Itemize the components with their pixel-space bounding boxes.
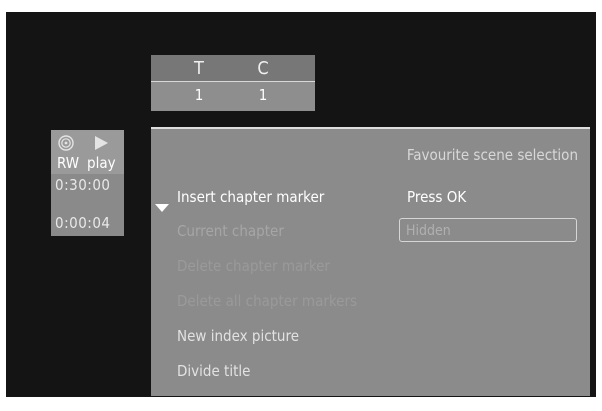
menu-item-delete-chapter-marker: Delete chapter marker	[177, 257, 330, 275]
menu-item-new-index-picture[interactable]: New index picture	[177, 327, 299, 345]
tv-screen: T C 1 1 RW play 0:30:00 0:00:04 Favourit…	[6, 12, 596, 397]
disc-status-header: RW play	[51, 130, 124, 174]
title-label: T	[194, 58, 204, 79]
playback-mode-label: play	[87, 154, 116, 172]
chapter-label: C	[257, 58, 269, 79]
disc-type-label: RW	[57, 154, 80, 172]
menu-item-current-chapter[interactable]: Current chapter	[177, 222, 284, 240]
play-icon	[95, 136, 108, 150]
current-chapter-value-field[interactable]: Hidden	[399, 218, 577, 242]
selection-cursor-icon	[155, 204, 169, 212]
title-chapter-values: 1 1	[151, 82, 315, 111]
menu-item-delete-all-chapter-markers: Delete all chapter markers	[177, 292, 358, 310]
menu-item-divide-title[interactable]: Divide title	[177, 362, 250, 380]
favourite-scene-menu: Favourite scene selection Insert chapter…	[151, 127, 590, 396]
menu-title: Favourite scene selection	[406, 146, 578, 164]
disc-icon	[58, 135, 74, 151]
menu-item-insert-chapter-marker[interactable]: Insert chapter marker	[177, 188, 324, 206]
title-chapter-indicator: T C 1 1	[151, 55, 315, 111]
disc-status-panel: RW play 0:30:00 0:00:04	[51, 130, 124, 236]
total-time: 0:30:00	[55, 176, 111, 194]
title-number: 1	[194, 86, 204, 104]
title-chapter-header: T C	[151, 55, 315, 82]
chapter-number: 1	[258, 86, 268, 104]
press-ok-hint: Press OK	[407, 188, 467, 206]
elapsed-time: 0:00:04	[55, 214, 111, 232]
